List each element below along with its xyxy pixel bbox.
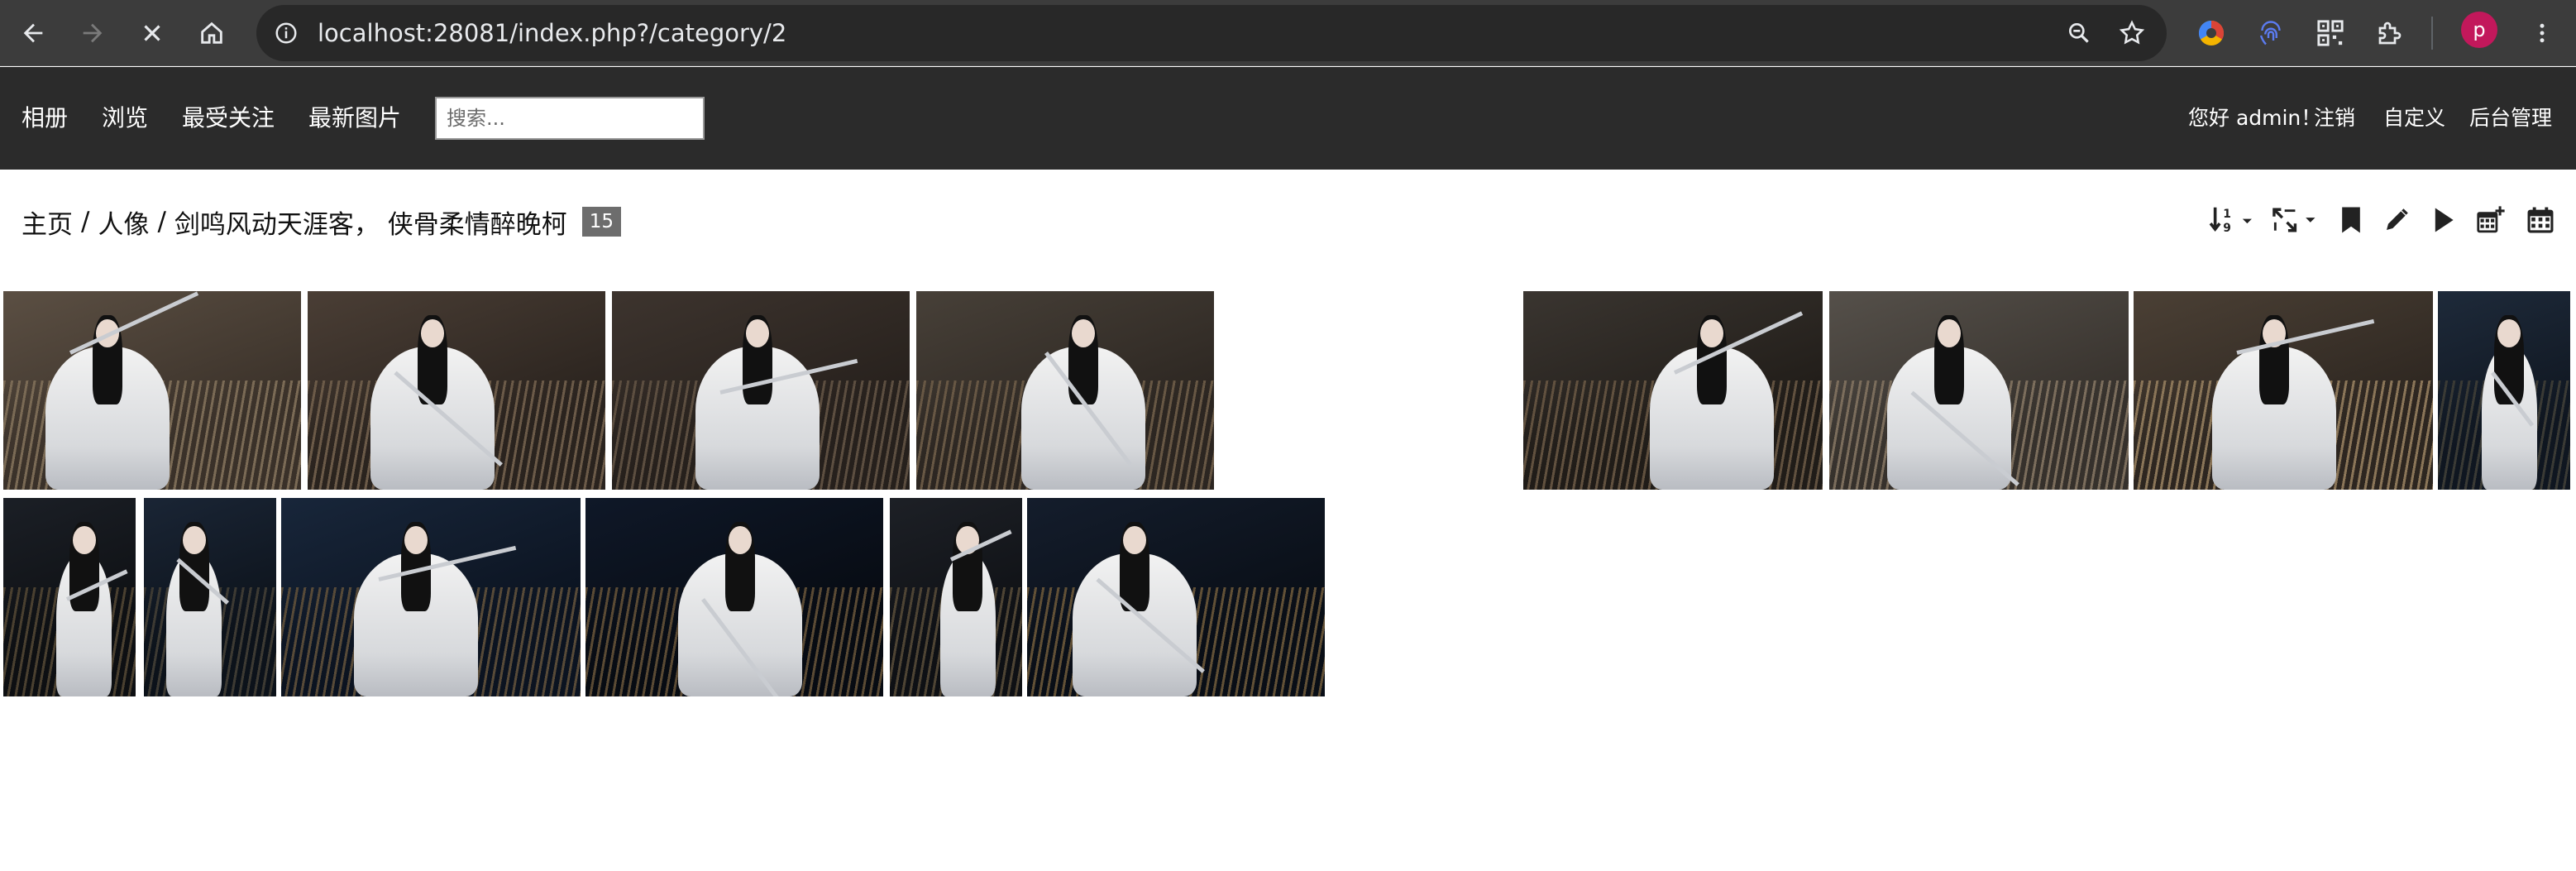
page-title: 剑鸣风动天涯客， 侠骨柔情醉晚柯 bbox=[174, 209, 567, 240]
breadcrumb: 主页 / 人像 / 剑鸣风动天涯客， 侠骨柔情醉晚柯 15 bbox=[22, 199, 622, 245]
url-text[interactable]: localhost:28081/index.php?/category/2 bbox=[318, 5, 786, 61]
sort-order-button[interactable]: 1 9 bbox=[2206, 202, 2256, 238]
home-button[interactable] bbox=[187, 8, 237, 58]
calendar-created-button[interactable] bbox=[2524, 202, 2557, 238]
stop-icon bbox=[144, 25, 160, 41]
calendar-created-icon bbox=[2527, 207, 2554, 233]
toolbar-divider bbox=[2431, 17, 2433, 50]
photo-thumbnail[interactable] bbox=[281, 498, 581, 696]
edit-icon bbox=[2387, 208, 2408, 230]
zoom-icon[interactable] bbox=[2061, 15, 2097, 51]
photo-thumbnail[interactable] bbox=[890, 498, 1022, 696]
site-info-icon[interactable] bbox=[270, 17, 303, 50]
photo-size-button[interactable] bbox=[2268, 202, 2320, 238]
edit-button[interactable] bbox=[2382, 202, 2411, 238]
breadcrumb-home[interactable]: 主页 bbox=[22, 203, 73, 241]
figure-head bbox=[404, 525, 428, 554]
kebab-menu-icon[interactable] bbox=[2519, 10, 2565, 56]
photo-thumbnail[interactable] bbox=[3, 498, 136, 696]
search-input[interactable] bbox=[435, 97, 705, 140]
photo-size-icon bbox=[2273, 208, 2316, 232]
calendar-posted-icon bbox=[2477, 206, 2505, 233]
forward-icon bbox=[83, 23, 103, 43]
greeting-text: 您好 admin！ bbox=[2188, 106, 2322, 130]
sword bbox=[2236, 318, 2375, 355]
photo-thumbnail[interactable] bbox=[1027, 498, 1325, 696]
figure-head bbox=[1071, 318, 1095, 347]
figure-head bbox=[729, 525, 753, 554]
sword bbox=[69, 291, 199, 355]
bookmark-star-icon[interactable] bbox=[2114, 15, 2150, 51]
breadcrumb-separator: / bbox=[81, 207, 90, 237]
extension-color-icon[interactable] bbox=[2188, 10, 2234, 56]
photo-thumbnail[interactable] bbox=[2438, 291, 2570, 490]
photo-thumbnail[interactable] bbox=[1523, 291, 1823, 490]
nav-recent-photos[interactable]: 最新图片 bbox=[308, 67, 401, 170]
extensions-puzzle-icon[interactable] bbox=[2367, 10, 2413, 56]
slideshow-button[interactable] bbox=[2430, 202, 2458, 238]
photo-thumbnail[interactable] bbox=[612, 291, 910, 490]
sort-order-icon: 1 9 bbox=[2209, 207, 2252, 235]
photo-thumbnail[interactable] bbox=[144, 498, 276, 696]
logout-link[interactable]: 注销 bbox=[2314, 67, 2355, 170]
figure-head bbox=[1122, 525, 1146, 554]
photo-thumbnail[interactable] bbox=[916, 291, 1214, 490]
figure-head bbox=[2497, 318, 2521, 347]
figure-head bbox=[421, 318, 445, 347]
figure-head bbox=[1700, 318, 1724, 347]
extension-fingerprint-icon[interactable] bbox=[2248, 10, 2294, 56]
address-bar[interactable]: localhost:28081/index.php?/category/2 bbox=[256, 5, 2167, 61]
customize-link[interactable]: 自定义 bbox=[2383, 67, 2445, 170]
bookmark-button[interactable] bbox=[2337, 202, 2365, 238]
site-navbar: 相册 浏览 最受关注 最新图片 您好 admin！ 注销 自定义 后台管理 bbox=[0, 67, 2576, 170]
breadcrumb-portrait[interactable]: 人像 bbox=[98, 203, 149, 241]
bookmark-icon bbox=[2342, 207, 2360, 233]
breadcrumb-separator: / bbox=[157, 207, 166, 237]
forward-button[interactable] bbox=[68, 8, 117, 58]
back-icon bbox=[23, 23, 43, 43]
nav-albums[interactable]: 相册 bbox=[22, 67, 68, 170]
photo-thumbnail[interactable] bbox=[1829, 291, 2129, 490]
stop-button[interactable] bbox=[127, 8, 177, 58]
figure-head bbox=[746, 318, 770, 347]
nav-most-visited[interactable]: 最受关注 bbox=[182, 67, 275, 170]
nav-browse[interactable]: 浏览 bbox=[102, 67, 148, 170]
figure-head bbox=[182, 525, 206, 554]
profile-avatar[interactable]: p bbox=[2461, 12, 2497, 48]
photo-thumbnail[interactable] bbox=[308, 291, 605, 490]
admin-link[interactable]: 后台管理 bbox=[2469, 67, 2552, 170]
home-icon bbox=[201, 22, 222, 44]
photo-thumbnail[interactable] bbox=[585, 498, 883, 696]
slideshow-play-icon bbox=[2435, 208, 2454, 232]
svg-text:1: 1 bbox=[2223, 208, 2231, 221]
photo-thumbnail[interactable] bbox=[3, 291, 301, 490]
figure-head bbox=[72, 525, 96, 554]
extension-qr-icon[interactable] bbox=[2307, 10, 2354, 56]
browser-toolbar: localhost:28081/index.php?/category/2 p bbox=[0, 0, 2576, 66]
svg-text:9: 9 bbox=[2223, 222, 2231, 235]
figure-head bbox=[1937, 318, 1961, 347]
photo-count-badge: 15 bbox=[581, 207, 622, 237]
calendar-posted-button[interactable] bbox=[2474, 202, 2507, 238]
photo-thumbnail[interactable] bbox=[2134, 291, 2433, 490]
back-button[interactable] bbox=[8, 8, 58, 58]
